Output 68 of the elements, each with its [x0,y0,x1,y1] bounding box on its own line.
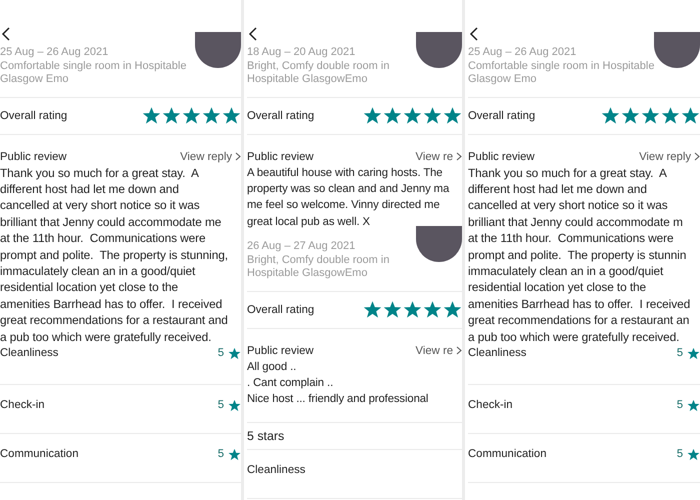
stay-details: 25 Aug – 26 Aug 2021 Comfortable single room in Hospitable Glasgow Emo [468,46,654,86]
review-footer: 5 stars [247,422,462,450]
star-icon [403,300,422,320]
star-icon [423,300,442,320]
view-reply-link[interactable]: View reply [639,150,700,162]
star-icon [383,106,402,125]
star-icon [681,106,700,125]
category-score: 5 [218,346,241,360]
review-text: A beautiful house with caring hosts. The property was so clean and and Jenny ma me feel so welcome. Vinny directed me great local pub as well. X [247,166,450,230]
stay-details: 25 Aug – 26 Aug 2021 Comfortable single room in Hospitable Glasgow Emo [0,46,186,86]
category-label: Cleanliness [468,346,526,359]
avatar-placeholder [195,32,241,68]
rating-label: Overall rating [247,110,314,122]
star-icon [403,106,422,125]
section-label: Public review [0,150,67,162]
chevron-icon [694,152,700,161]
star-icon [142,106,161,125]
review-text: Thank you so much for a great stay. A different host had let me down and cancelled at very short notice so it was brilliant that Jenny could accommodate m at the 11th hour. Communications were prompt and polite. The property is stunnin immaculately clean an in a good/quiet residential location yet close to the amenities Barrhead has to offer. I received great recommendations for a restaurant an a pub too which were gratefully received. [468,164,692,345]
star-icon [228,346,241,360]
star-icon [228,448,241,461]
stay-details: 18 Aug – 20 Aug 2021 Bright, Comfy double room in Hospitable GlasgowEmo [247,46,390,86]
star-icon [182,106,201,125]
rating-label: Overall rating [0,110,68,122]
category-label: Check-in [468,398,513,411]
category-label: Cleanliness [0,346,58,359]
review-text: Thank you so much for a great stay. A different host had let me down and cancelled at very short notice so it was brilliant that Jenny could accommodate me at the 11th hour. Communications were prompt and polite. The property is stunning, immaculately clean an in a good/quiet residential location yet close to the amenities Barrhead has to offer. I received great recommendations for a restaurant and a pub too which were gratefully received. [0,164,229,345]
section-label: Public review [247,344,314,357]
star-icon [687,448,700,461]
avatar-placeholder [416,226,462,262]
rating-label: Overall rating [247,304,314,316]
chevron-icon [456,152,462,161]
star-icon [162,106,181,125]
star-icon [423,106,442,125]
section-label: Public review [468,150,535,162]
category-score: 5 [676,346,700,360]
avatar-placeholder [654,32,700,68]
category-label: Check-in [0,398,45,411]
star-icon [383,300,402,320]
view-reply-link[interactable]: View re [416,150,462,162]
category-label: Cleanliness [247,464,306,476]
star-icon [363,300,382,320]
category-score: 5 [218,398,241,412]
star-icon [363,106,382,125]
view-reply-link[interactable]: View reply [180,150,241,162]
star-icon [621,106,640,125]
star-icon [661,106,680,125]
category-label: Communication [0,448,78,460]
stay-details: 26 Aug – 27 Aug 2021 Bright, Comfy double room in Hospitable GlasgowEmo [247,240,390,281]
star-icon [443,300,462,320]
star-icon [687,398,700,412]
star-icon [641,106,660,125]
star-icon [222,106,241,125]
category-score: 5 [218,448,241,461]
chevron-icon [235,152,241,161]
category-score: 5 [676,398,700,412]
category-score: 5 [676,448,700,461]
avatar-placeholder [416,32,462,68]
category-label: Communication [468,448,546,460]
review-text: All good .. . Cant complain .. Nice host ... friendly and professional [247,360,430,408]
star-icon [228,398,241,412]
rating-label: Overall rating [468,110,536,122]
star-icon [443,106,462,125]
star-icon [202,106,221,125]
star-icon [601,106,620,125]
star-icon [687,346,700,360]
section-label: Public review [247,150,314,162]
chevron-icon [456,346,462,356]
view-reply-link[interactable]: View re [416,344,462,357]
